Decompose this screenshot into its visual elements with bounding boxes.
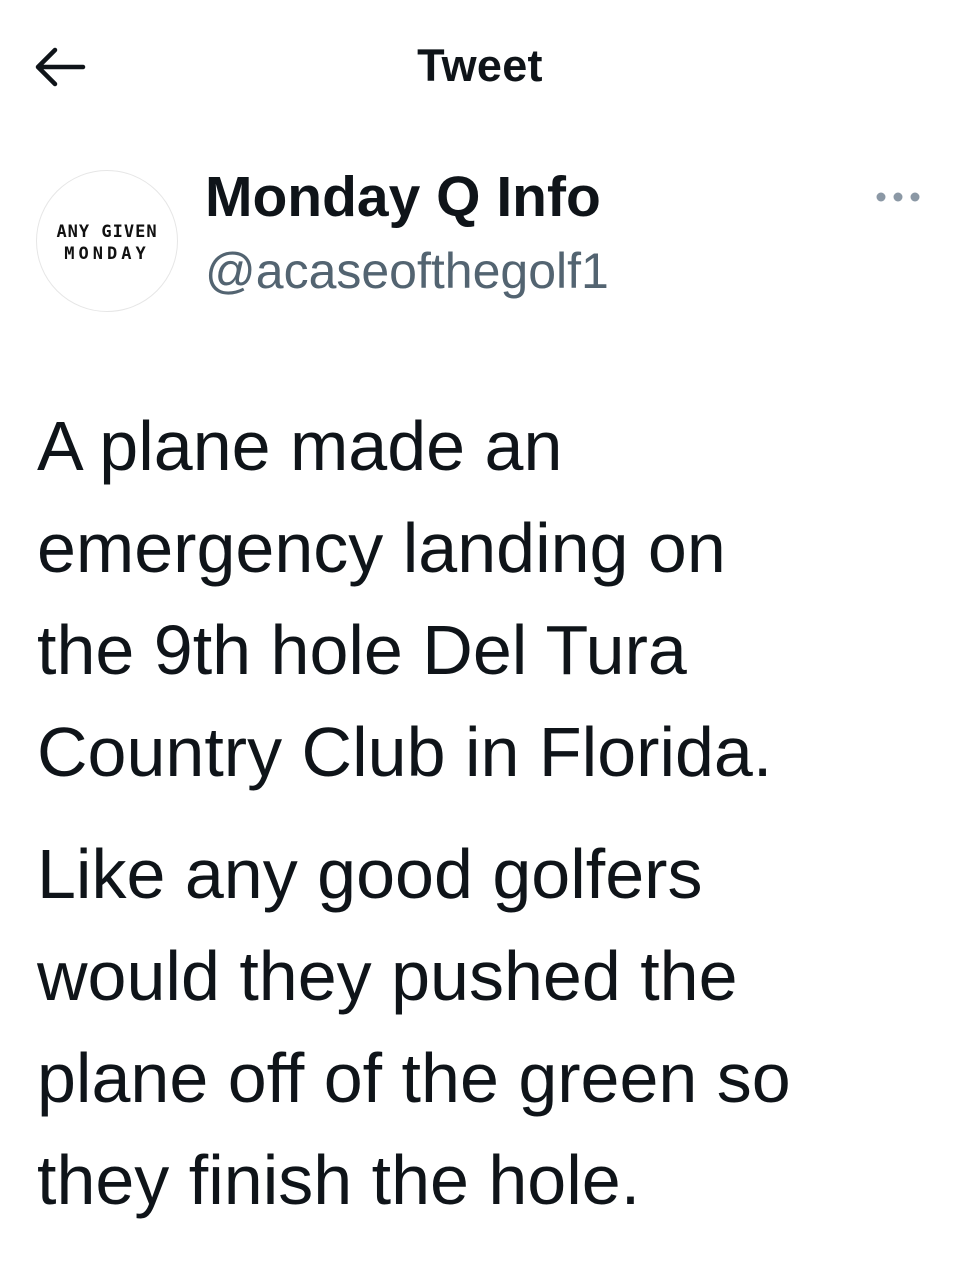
top-bar: Tweet [0, 0, 960, 135]
author-handle[interactable]: @acaseofthegolf1 [205, 242, 609, 300]
tweet-author: ANY GIVEN MONDAY Monday Q Info @acaseoft… [0, 150, 960, 330]
svg-text:MONDAY: MONDAY [64, 244, 149, 264]
any-given-monday-logo: ANY GIVEN MONDAY [56, 222, 157, 264]
avatar[interactable]: ANY GIVEN MONDAY [36, 170, 178, 312]
more-options-button[interactable] [866, 180, 930, 214]
tweet-paragraph: Like any good golfers would they pushed … [37, 835, 791, 1219]
page-title: Tweet [417, 40, 543, 91]
tweet-text: A plane made an emergency landing on the… [37, 395, 937, 1231]
more-horizontal-icon [876, 192, 920, 202]
tweet-paragraph: A plane made an emergency landing on the… [37, 407, 773, 791]
author-display-name[interactable]: Monday Q Info [205, 164, 601, 230]
svg-text:ANY GIVEN: ANY GIVEN [56, 222, 157, 242]
